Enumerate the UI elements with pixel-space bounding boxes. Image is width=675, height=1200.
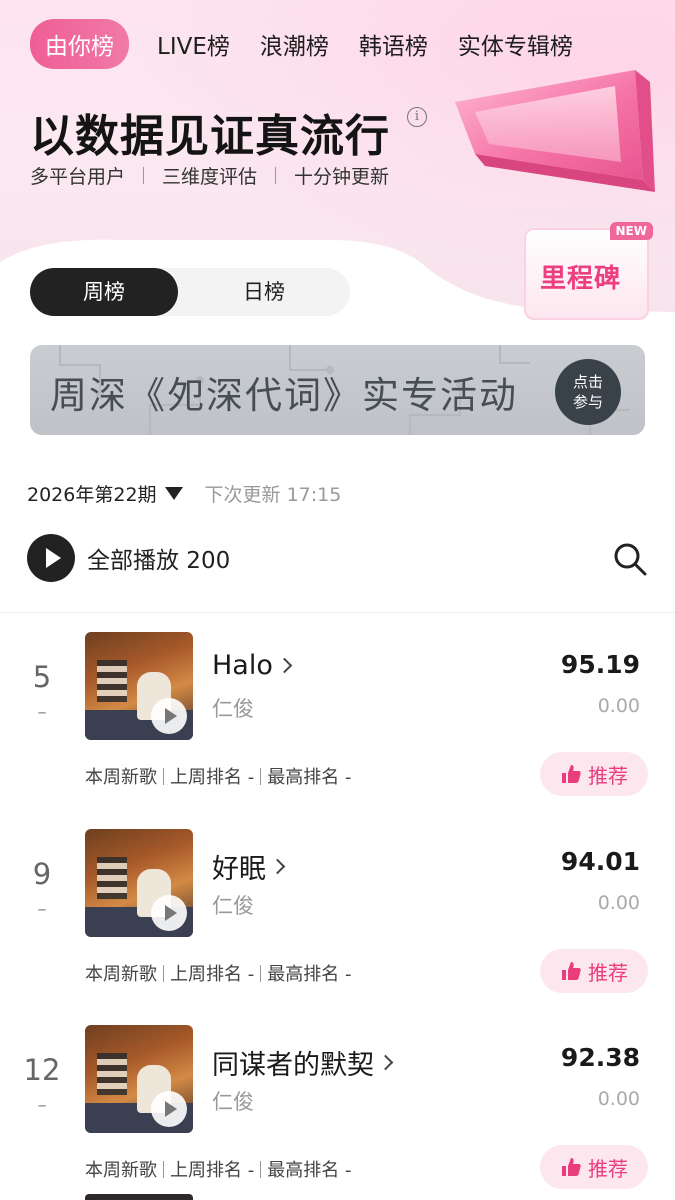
info-icon[interactable]: i — [407, 107, 427, 127]
play-icon[interactable] — [151, 895, 187, 931]
join-button-line: 参与 — [572, 393, 603, 411]
thumb-up-icon — [562, 765, 581, 783]
chart-type-tabs: 由你榜 LIVE榜 浪潮榜 韩语榜 实体专辑榜 — [30, 19, 603, 69]
song-meta: 本周新歌 上周排名 - 最高排名 - — [85, 1156, 351, 1182]
play-icon — [27, 534, 75, 582]
meta-divider — [163, 1160, 164, 1178]
join-button-line: 点击 — [572, 373, 603, 391]
peak-rank: 最高排名 - — [267, 1160, 352, 1181]
tab-daily[interactable]: 日榜 — [178, 268, 350, 316]
recommend-button[interactable]: 推荐 — [540, 1145, 648, 1189]
artist-name[interactable]: 仁俊 — [212, 1086, 254, 1116]
peak-rank: 最高排名 - — [267, 964, 352, 985]
song-title-link[interactable]: 同谋者的默契 — [212, 1043, 394, 1082]
feature-divider — [143, 167, 145, 184]
tab-weekly[interactable]: 周榜 — [30, 268, 178, 316]
song-score: 94.01 — [560, 847, 640, 876]
period-label: 2026年第22期 — [27, 484, 157, 506]
artist-name[interactable]: 仁俊 — [212, 693, 254, 723]
meta-divider — [260, 1160, 262, 1178]
chevron-right-icon — [269, 858, 286, 875]
thumb-up-icon — [562, 962, 581, 980]
play-all-button[interactable]: 全部播放 200 — [27, 534, 230, 582]
last-week-rank: 上周排名 - — [170, 767, 255, 788]
song-title-link[interactable]: Halo — [212, 650, 293, 681]
thumb-up-icon — [562, 1158, 581, 1176]
tab-korean[interactable]: 韩语榜 — [359, 27, 428, 61]
song-title: Halo — [212, 650, 273, 681]
milestone-label: 里程碑 — [540, 264, 622, 294]
recommend-button[interactable]: 推荐 — [540, 949, 648, 993]
cover-art-window — [97, 857, 127, 899]
period-toggle: 周榜 日榜 — [30, 268, 350, 316]
rank-change: – — [37, 899, 47, 920]
peak-rank: 最高排名 - — [267, 767, 352, 788]
milestone-card[interactable]: 里程碑 NEW — [524, 222, 653, 320]
rank-number: 12 — [23, 1053, 61, 1087]
feature-item: 多平台用户 — [30, 166, 126, 188]
caret-down-icon — [164, 487, 183, 500]
chevron-right-icon — [377, 1054, 394, 1071]
meta-divider — [163, 964, 164, 982]
period-selector[interactable]: 2026年第22期 下次更新 17:15 — [27, 480, 341, 507]
song-title-link[interactable]: 好眠 — [212, 847, 286, 886]
hero-features: 多平台用户 三维度评估 十分钟更新 — [30, 162, 389, 189]
cover-art-window — [97, 660, 127, 702]
meta-divider — [260, 767, 262, 785]
meta-divider — [163, 767, 164, 785]
feature-divider — [275, 167, 277, 184]
rank-number: 5 — [32, 660, 52, 694]
feature-item: 三维度评估 — [162, 166, 258, 188]
play-icon[interactable] — [151, 1091, 187, 1127]
search-icon[interactable] — [612, 541, 648, 577]
banner-title: 周深《夗深代词》实专活动 — [50, 374, 518, 417]
recommend-label: 推荐 — [588, 1156, 628, 1181]
album-cover[interactable] — [85, 1025, 193, 1133]
rank-number: 9 — [32, 857, 52, 891]
score-delta: 0.00 — [597, 892, 640, 914]
recommend-button[interactable]: 推荐 — [540, 752, 648, 796]
new-badge: NEW — [609, 222, 653, 240]
last-week-rank: 上周排名 - — [170, 964, 255, 985]
rank-change: – — [37, 1095, 47, 1116]
feature-item: 十分钟更新 — [294, 166, 390, 188]
event-banner[interactable]: 周深《夗深代词》实专活动 点击 参与 — [30, 345, 645, 435]
recommend-label: 推荐 — [588, 960, 628, 985]
hero-slogan: 以数据见证真流行 — [30, 111, 390, 162]
next-update-time: 下次更新 17:15 — [204, 484, 342, 506]
song-row[interactable]: 5 – Halo 仁俊 95.19 0.00 本周新歌 上周排名 - 最高排名 … — [0, 632, 675, 822]
song-meta: 本周新歌 上周排名 - 最高排名 - — [85, 960, 351, 986]
new-song-tag: 本周新歌 — [85, 1160, 157, 1181]
meta-divider — [260, 964, 262, 982]
tab-youni[interactable]: 由你榜 — [30, 19, 129, 69]
section-divider — [0, 612, 675, 613]
tab-physical-album[interactable]: 实体专辑榜 — [458, 27, 573, 61]
cover-art-window — [97, 1053, 127, 1095]
song-meta: 本周新歌 上周排名 - 最高排名 - — [85, 763, 351, 789]
new-song-tag: 本周新歌 — [85, 964, 157, 985]
album-cover[interactable] — [85, 1194, 193, 1200]
tab-live[interactable]: LIVE榜 — [157, 27, 230, 61]
rank-change: – — [37, 702, 47, 723]
play-all-label: 全部播放 200 — [87, 548, 231, 574]
score-delta: 0.00 — [597, 1088, 640, 1110]
song-title: 好眠 — [212, 854, 266, 885]
recommend-label: 推荐 — [588, 763, 628, 788]
new-song-tag: 本周新歌 — [85, 767, 157, 788]
join-button[interactable]: 点击 参与 — [555, 359, 621, 425]
chevron-right-icon — [276, 657, 293, 674]
play-icon[interactable] — [151, 698, 187, 734]
score-delta: 0.00 — [597, 695, 640, 717]
tab-langchao[interactable]: 浪潮榜 — [260, 27, 329, 61]
album-cover[interactable] — [85, 829, 193, 937]
pink-prism-graphic — [455, 70, 655, 192]
last-week-rank: 上周排名 - — [170, 1160, 255, 1181]
song-row[interactable]: 12 – 同谋者的默契 仁俊 92.38 0.00 本周新歌 上周排名 - 最高… — [0, 1025, 675, 1200]
song-score: 95.19 — [560, 650, 640, 679]
song-title: 同谋者的默契 — [212, 1050, 374, 1081]
artist-name[interactable]: 仁俊 — [212, 890, 254, 920]
song-row[interactable]: 9 – 好眠 仁俊 94.01 0.00 本周新歌 上周排名 - 最高排名 - … — [0, 829, 675, 1019]
song-score: 92.38 — [560, 1043, 640, 1072]
album-cover[interactable] — [85, 632, 193, 740]
